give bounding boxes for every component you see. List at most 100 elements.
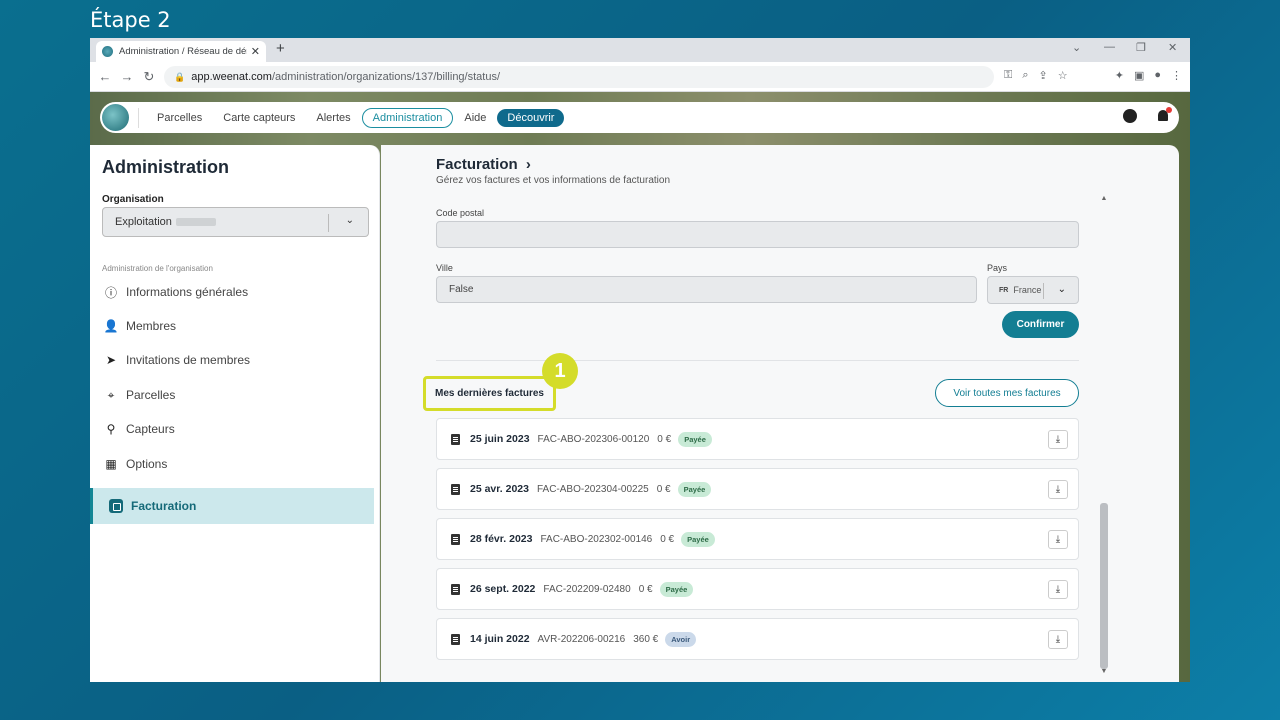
sidebar-item-facturation[interactable]: Facturation bbox=[90, 488, 374, 524]
city-label: Ville bbox=[436, 263, 453, 273]
document-icon bbox=[451, 533, 460, 545]
invoice-row[interactable]: 25 avr. 2023 FAC-ABO-202304-00225 0 € Pa… bbox=[436, 468, 1079, 510]
invoice-number: AVR-202206-00216 bbox=[537, 633, 626, 645]
tab-bar: Administration / Réseau de démo ✕ + ⌄ — … bbox=[90, 38, 1190, 62]
nav-carte-capteurs[interactable]: Carte capteurs bbox=[213, 109, 305, 127]
step-number-badge: 1 bbox=[542, 353, 578, 389]
map-pin-icon: ⌖ bbox=[107, 387, 115, 402]
back-icon[interactable]: ← bbox=[94, 69, 116, 84]
extensions-icon[interactable]: ✦ bbox=[1115, 69, 1124, 82]
invoice-number: FAC-ABO-202302-00146 bbox=[540, 533, 653, 545]
document-icon bbox=[451, 433, 460, 445]
notification-bell-icon[interactable] bbox=[1157, 107, 1172, 123]
sidebar-item-membres[interactable]: 👤 Membres bbox=[104, 319, 176, 333]
status-badge: Payée bbox=[678, 431, 712, 447]
country-select[interactable]: FR France ⌄ bbox=[987, 276, 1079, 304]
invoice-amount: 0 € bbox=[657, 433, 672, 445]
sidebar-item-capteurs[interactable]: ⚲ Capteurs bbox=[104, 422, 175, 436]
sidebar-item-parcelles[interactable]: ⌖ Parcelles bbox=[104, 387, 176, 403]
invoice-amount: 0 € bbox=[660, 533, 675, 545]
organisation-select[interactable]: Exploitation ⌄ bbox=[102, 207, 369, 237]
sidebar-item-label: Invitations de membres bbox=[126, 353, 251, 367]
weenat-logo[interactable] bbox=[102, 104, 129, 131]
postal-code-label: Code postal bbox=[436, 208, 485, 218]
url-host: app.weenat.com bbox=[191, 71, 272, 83]
sidebar-section-label: Administration de l'organisation bbox=[102, 264, 213, 273]
sidebar-item-informations[interactable]: ⓘ Informations générales bbox=[104, 285, 249, 300]
download-icon[interactable]: ⤓ bbox=[1048, 580, 1068, 599]
step-title: Étape 2 bbox=[90, 8, 171, 32]
invoice-row[interactable]: 14 juin 2022 AVR-202206-00216 360 € Avoi… bbox=[436, 618, 1079, 660]
menu-icon[interactable]: ⋮ bbox=[1171, 69, 1182, 82]
scroll-thumb[interactable] bbox=[1100, 503, 1108, 669]
sidebar-item-label: Informations générales bbox=[126, 285, 249, 299]
zoom-icon[interactable]: ⌕ bbox=[1022, 69, 1028, 82]
chevron-right-icon[interactable]: › bbox=[526, 156, 531, 173]
postal-code-field[interactable] bbox=[436, 221, 1079, 248]
redacted-text bbox=[175, 218, 216, 226]
reload-icon[interactable]: ↻ bbox=[138, 69, 160, 85]
lock-icon: 🔒 bbox=[174, 71, 186, 82]
invoice-row[interactable]: 28 févr. 2023 FAC-ABO-202302-00146 0 € P… bbox=[436, 518, 1079, 560]
invoice-amount: 360 € bbox=[633, 633, 659, 645]
city-field[interactable]: False bbox=[436, 276, 977, 303]
sidebar-item-label: Capteurs bbox=[126, 422, 175, 436]
country-value: France bbox=[1013, 285, 1042, 295]
divider bbox=[436, 360, 1079, 361]
invoice-row[interactable]: 25 juin 2023 FAC-ABO-202306-00120 0 € Pa… bbox=[436, 418, 1079, 460]
top-navigation: Parcelles Carte capteurs Alertes Adminis… bbox=[100, 102, 1179, 133]
sidebar-item-options[interactable]: ▦ Options bbox=[104, 457, 167, 471]
tab-title: Administration / Réseau de démo bbox=[119, 46, 247, 57]
scroll-down-icon[interactable]: ▼ bbox=[1099, 668, 1109, 675]
page-title: Facturation › bbox=[436, 156, 531, 173]
send-icon: ➤ bbox=[105, 353, 117, 367]
share-icon[interactable]: ⇪ bbox=[1039, 69, 1048, 82]
minimize-icon[interactable]: — bbox=[1104, 41, 1115, 53]
status-badge: Payée bbox=[659, 581, 694, 597]
country-label: Pays bbox=[987, 263, 1008, 273]
url-input[interactable]: 🔒 app.weenat.com/administration/organiza… bbox=[164, 66, 994, 88]
chevron-down-icon[interactable]: ⌄ bbox=[1058, 284, 1066, 295]
download-icon[interactable]: ⤓ bbox=[1048, 480, 1068, 499]
key-icon[interactable]: ⚿ bbox=[1004, 69, 1012, 82]
restore-icon[interactable]: ❐ bbox=[1136, 41, 1146, 54]
invoice-amount: 0 € bbox=[656, 483, 671, 495]
forward-icon[interactable]: → bbox=[116, 69, 138, 84]
browser-tab[interactable]: Administration / Réseau de démo ✕ bbox=[96, 41, 266, 62]
user-account-icon[interactable] bbox=[1123, 109, 1137, 123]
invoice-number: FAC-202209-02480 bbox=[543, 583, 631, 595]
country-code: FR bbox=[999, 286, 1009, 294]
sidepanel-icon[interactable]: ▣ bbox=[1134, 69, 1144, 82]
nav-parcelles[interactable]: Parcelles bbox=[147, 109, 212, 127]
nav-aide[interactable]: Aide bbox=[454, 109, 496, 127]
document-icon bbox=[451, 483, 460, 495]
scrollbar[interactable]: ▲ ▼ bbox=[1099, 193, 1109, 680]
grid-plus-icon: ▦ bbox=[105, 457, 117, 471]
view-all-invoices-button[interactable]: Voir toutes mes factures bbox=[935, 379, 1079, 407]
download-icon[interactable]: ⤓ bbox=[1048, 430, 1068, 449]
profile-icon[interactable]: ● bbox=[1154, 69, 1161, 82]
new-tab-icon[interactable]: + bbox=[276, 40, 285, 57]
download-icon[interactable]: ⤓ bbox=[1048, 630, 1068, 649]
tab-search-icon[interactable]: ⌄ bbox=[1072, 41, 1081, 54]
nav-administration[interactable]: Administration bbox=[361, 107, 454, 128]
invoice-number: FAC-ABO-202304-00225 bbox=[536, 483, 649, 495]
chevron-down-icon[interactable]: ⌄ bbox=[346, 215, 354, 226]
sidebar-item-invitations[interactable]: ➤ Invitations de membres bbox=[104, 353, 250, 367]
invoice-date: 25 avr. 2023 bbox=[470, 483, 529, 495]
confirm-button[interactable]: Confirmer bbox=[1002, 311, 1079, 338]
scroll-up-icon[interactable]: ▲ bbox=[1099, 195, 1109, 202]
sidebar-item-label: Options bbox=[126, 457, 168, 471]
person-icon: 👤 bbox=[103, 319, 119, 333]
sensor-icon: ⚲ bbox=[106, 422, 116, 436]
invoice-row[interactable]: 26 sept. 2022 FAC-202209-02480 0 € Payée… bbox=[436, 568, 1079, 610]
download-icon[interactable]: ⤓ bbox=[1048, 530, 1068, 549]
wallet-icon bbox=[109, 499, 123, 513]
nav-alertes[interactable]: Alertes bbox=[306, 109, 360, 127]
nav-decouvrir[interactable]: Découvrir bbox=[497, 108, 565, 127]
address-bar: ← → ↻ 🔒 app.weenat.com/administration/or… bbox=[90, 62, 1190, 92]
star-icon[interactable]: ☆ bbox=[1058, 69, 1068, 82]
main-content: Facturation › Gérez vos factures et vos … bbox=[381, 145, 1179, 682]
close-window-icon[interactable]: ✕ bbox=[1168, 41, 1177, 54]
close-tab-icon[interactable]: ✕ bbox=[251, 45, 260, 58]
